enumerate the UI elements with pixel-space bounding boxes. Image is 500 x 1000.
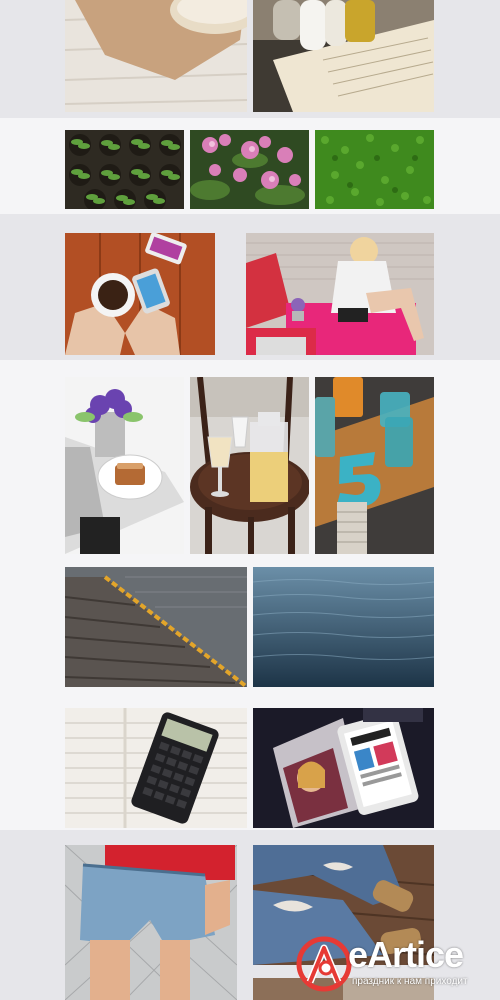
coffee-cup-hands-photo	[65, 233, 215, 355]
violets-cake-magazine-photo	[65, 377, 184, 554]
blue-water-photo	[253, 567, 434, 687]
eartice-logo-icon	[296, 936, 352, 992]
green-grass-photo	[315, 130, 434, 209]
pink-flowers-photo	[190, 130, 309, 209]
calculator-paper-photo	[65, 708, 247, 828]
pier-water-photo	[65, 567, 247, 687]
woman-reading-sofa-photo	[246, 233, 434, 355]
table-salt-pepper-menu-photo	[253, 0, 434, 112]
watermark: eArtice праздник к нам приходит	[296, 934, 496, 996]
number-five-jars-photo	[315, 377, 434, 554]
bread-on-paper-photo	[65, 0, 247, 112]
seedlings-photo	[65, 130, 184, 209]
watermark-brand: eArtice	[348, 934, 464, 975]
watermark-tagline: праздник к нам приходит	[352, 976, 468, 987]
chair-glasses-jar-photo	[190, 377, 309, 554]
denim-shorts-photo	[65, 845, 237, 1000]
tablet-magazine-photo	[253, 708, 434, 828]
